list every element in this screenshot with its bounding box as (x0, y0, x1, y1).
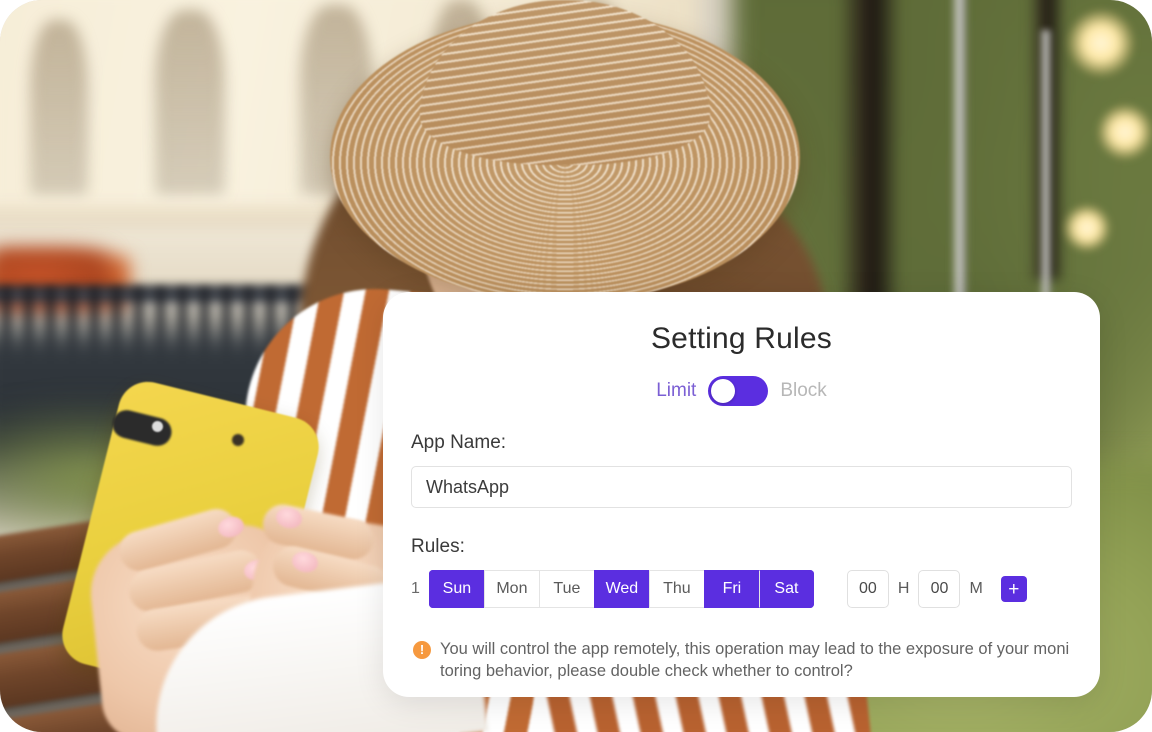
day-button-thu[interactable]: Thu (648, 570, 704, 608)
lamp-post (1040, 30, 1052, 320)
toggle-label-block[interactable]: Block (780, 380, 826, 402)
day-button-tue[interactable]: Tue (538, 570, 594, 608)
lamp-light (1068, 10, 1134, 76)
lamp-post (952, 0, 968, 320)
toggle-label-limit[interactable]: Limit (656, 380, 696, 402)
page-title: Setting Rules (650, 322, 833, 355)
day-button-sat[interactable]: Sat (758, 570, 814, 608)
lamp-light (1098, 105, 1152, 159)
minutes-input[interactable] (918, 570, 961, 608)
time-group: H M + (846, 570, 1027, 608)
minutes-unit-label: M (969, 580, 983, 597)
building-window (30, 20, 88, 195)
screenshot-frame: Setting Rules Limit Block App Name: Rule… (0, 0, 1152, 732)
day-button-wed[interactable]: Wed (593, 570, 649, 608)
building-window (155, 10, 225, 195)
rule-index: 1 (411, 580, 420, 597)
toggle-knob (711, 379, 736, 403)
warning-text: You will control the app remotely, this … (440, 640, 1070, 681)
rules-label: Rules: (411, 536, 465, 557)
limit-block-toggle[interactable] (708, 376, 769, 406)
day-button-sun[interactable]: Sun (428, 570, 484, 608)
setting-rules-card: Setting Rules Limit Block App Name: Rule… (383, 292, 1100, 697)
lamp-light (1064, 205, 1110, 251)
mode-toggle-row: Limit Block (411, 376, 1072, 406)
day-button-mon[interactable]: Mon (483, 570, 539, 608)
day-button-fri[interactable]: Fri (703, 570, 759, 608)
hours-input[interactable] (846, 570, 889, 608)
app-name-label: App Name: (411, 432, 507, 453)
exclamation-circle-icon: ! (413, 641, 431, 659)
warning-message: ! You will control the app remotely, thi… (413, 638, 1072, 683)
add-rule-button[interactable]: + (1000, 576, 1027, 602)
hours-unit-label: H (897, 580, 910, 597)
app-name-input[interactable] (411, 466, 1072, 508)
day-selector: Sun Mon Tue Wed Thu Fri Sat (428, 570, 814, 608)
rule-row: 1 Sun Mon Tue Wed Thu Fri Sat H M + (411, 570, 1072, 608)
